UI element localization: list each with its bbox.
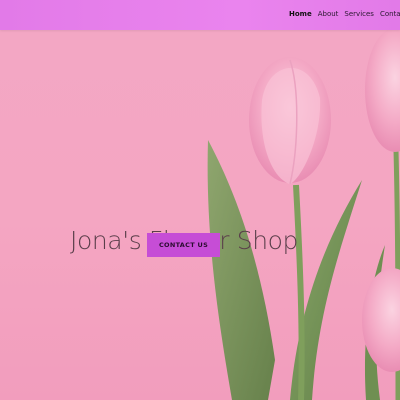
hero-section: Jona's Flower Shop (0, 30, 400, 400)
tulip-illustration (207, 30, 400, 400)
nav-item-services[interactable]: Services (344, 9, 374, 19)
contact-us-button[interactable]: CONTACT US (147, 233, 220, 257)
nav-item-contacts[interactable]: Contacts (380, 9, 400, 19)
nav-menu: Home About Services Contacts (289, 9, 400, 19)
nav-item-home[interactable]: Home (289, 9, 312, 19)
navbar: Home About Services Contacts (0, 0, 400, 30)
nav-item-about[interactable]: About (318, 9, 339, 19)
